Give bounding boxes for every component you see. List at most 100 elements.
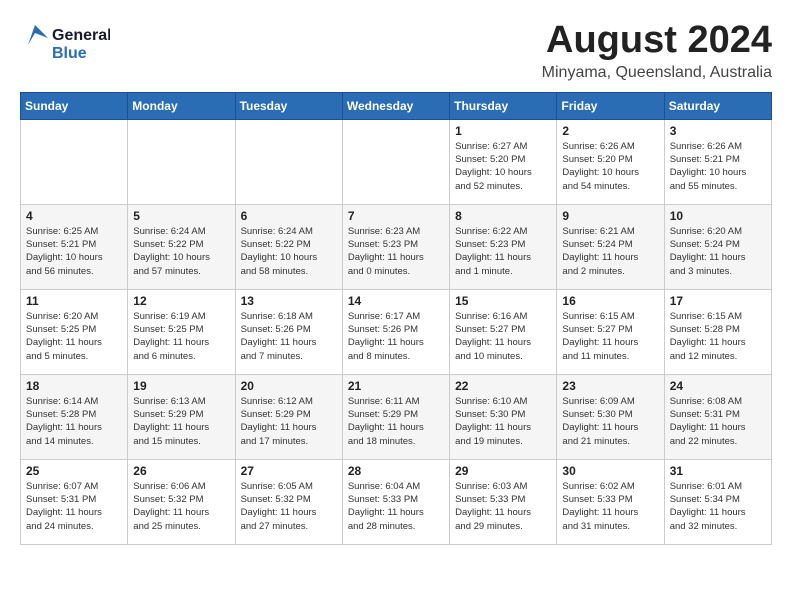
calendar-week-5: 25Sunrise: 6:07 AM Sunset: 5:31 PM Dayli… xyxy=(21,459,772,544)
day-number: 15 xyxy=(455,294,551,308)
calendar-cell: 18Sunrise: 6:14 AM Sunset: 5:28 PM Dayli… xyxy=(21,374,128,459)
day-number: 13 xyxy=(241,294,337,308)
calendar-cell: 21 Sunrise: 6:11 AM Sunset: 5:29 PM Dayli… xyxy=(342,374,449,459)
location-subtitle: Minyama, Queensland, Australia xyxy=(542,64,772,82)
calendar-cell: 26 Sunrise: 6:06 AM Sunset: 5:32 PM Dayli… xyxy=(128,459,235,544)
day-info: Sunrise: 6:25 AM Sunset: 5:21 PM Dayligh… xyxy=(26,225,122,278)
day-number: 3 xyxy=(670,124,766,138)
day-number: 14 xyxy=(348,294,444,308)
calendar-cell: 4 Sunrise: 6:25 AM Sunset: 5:21 PM Daylig… xyxy=(21,204,128,289)
page-header: GeneralBlue August 2024 Minyama, Queensl… xyxy=(20,20,772,82)
calendar-cell: 29Sunrise: 6:03 AM Sunset: 5:33 PM Dayli… xyxy=(450,459,557,544)
calendar-cell: 19Sunrise: 6:13 AM Sunset: 5:29 PM Dayli… xyxy=(128,374,235,459)
day-number: 4 xyxy=(26,209,122,223)
calendar-cell: 27 Sunrise: 6:05 AM Sunset: 5:32 PM Dayli… xyxy=(235,459,342,544)
day-number: 26 xyxy=(133,464,229,478)
calendar-cell: 13Sunrise: 6:18 AM Sunset: 5:26 PM Dayli… xyxy=(235,289,342,374)
calendar-week-2: 4 Sunrise: 6:25 AM Sunset: 5:21 PM Daylig… xyxy=(21,204,772,289)
calendar-cell: 14 Sunrise: 6:17 AM Sunset: 5:26 PM Dayli… xyxy=(342,289,449,374)
calendar-cell: 12 Sunrise: 6:19 AM Sunset: 5:25 PM Dayli… xyxy=(128,289,235,374)
header-thursday: Thursday xyxy=(450,92,557,119)
day-info: Sunrise: 6:07 AM Sunset: 5:31 PM Dayligh… xyxy=(26,480,122,533)
day-number: 22 xyxy=(455,379,551,393)
day-number: 5 xyxy=(133,209,229,223)
logo: GeneralBlue xyxy=(20,20,110,65)
day-number: 19 xyxy=(133,379,229,393)
calendar-cell xyxy=(342,119,449,204)
day-number: 9 xyxy=(562,209,658,223)
calendar-cell: 10 Sunrise: 6:20 AM Sunset: 5:24 PM Dayli… xyxy=(664,204,771,289)
day-number: 27 xyxy=(241,464,337,478)
calendar-cell: 5 Sunrise: 6:24 AM Sunset: 5:22 PM Daylig… xyxy=(128,204,235,289)
header-saturday: Saturday xyxy=(664,92,771,119)
day-info: Sunrise: 6:20 AM Sunset: 5:25 PM Dayligh… xyxy=(26,310,122,363)
day-info: Sunrise: 6:24 AM Sunset: 5:22 PM Dayligh… xyxy=(133,225,229,278)
calendar-cell: 23 Sunrise: 6:09 AM Sunset: 5:30 PM Dayli… xyxy=(557,374,664,459)
calendar-cell: 25Sunrise: 6:07 AM Sunset: 5:31 PM Dayli… xyxy=(21,459,128,544)
header-wednesday: Wednesday xyxy=(342,92,449,119)
day-number: 11 xyxy=(26,294,122,308)
day-info: Sunrise: 6:15 AM Sunset: 5:27 PM Dayligh… xyxy=(562,310,658,363)
day-number: 12 xyxy=(133,294,229,308)
header-friday: Friday xyxy=(557,92,664,119)
calendar-cell: 11 Sunrise: 6:20 AM Sunset: 5:25 PM Dayli… xyxy=(21,289,128,374)
day-info: Sunrise: 6:08 AM Sunset: 5:31 PM Dayligh… xyxy=(670,395,766,448)
day-number: 7 xyxy=(348,209,444,223)
day-number: 21 xyxy=(348,379,444,393)
day-info: Sunrise: 6:11 AM Sunset: 5:29 PM Dayligh… xyxy=(348,395,444,448)
calendar-cell: 6 Sunrise: 6:24 AM Sunset: 5:22 PM Daylig… xyxy=(235,204,342,289)
calendar-cell xyxy=(235,119,342,204)
calendar-header-row: Sunday Monday Tuesday Wednesday Thursday… xyxy=(21,92,772,119)
day-info: Sunrise: 6:04 AM Sunset: 5:33 PM Dayligh… xyxy=(348,480,444,533)
calendar-cell: 1Sunrise: 6:27 AM Sunset: 5:20 PM Daylig… xyxy=(450,119,557,204)
day-number: 28 xyxy=(348,464,444,478)
calendar-cell: 7 Sunrise: 6:23 AM Sunset: 5:23 PM Daylig… xyxy=(342,204,449,289)
day-info: Sunrise: 6:17 AM Sunset: 5:26 PM Dayligh… xyxy=(348,310,444,363)
month-year-title: August 2024 xyxy=(542,20,772,62)
calendar-cell: 28 Sunrise: 6:04 AM Sunset: 5:33 PM Dayli… xyxy=(342,459,449,544)
day-number: 30 xyxy=(562,464,658,478)
day-number: 6 xyxy=(241,209,337,223)
logo-svg: GeneralBlue xyxy=(20,20,110,65)
day-info: Sunrise: 6:21 AM Sunset: 5:24 PM Dayligh… xyxy=(562,225,658,278)
day-info: Sunrise: 6:19 AM Sunset: 5:25 PM Dayligh… xyxy=(133,310,229,363)
calendar-cell: 3Sunrise: 6:26 AM Sunset: 5:21 PM Daylig… xyxy=(664,119,771,204)
day-info: Sunrise: 6:22 AM Sunset: 5:23 PM Dayligh… xyxy=(455,225,551,278)
day-number: 10 xyxy=(670,209,766,223)
calendar-week-4: 18Sunrise: 6:14 AM Sunset: 5:28 PM Dayli… xyxy=(21,374,772,459)
day-info: Sunrise: 6:15 AM Sunset: 5:28 PM Dayligh… xyxy=(670,310,766,363)
day-info: Sunrise: 6:16 AM Sunset: 5:27 PM Dayligh… xyxy=(455,310,551,363)
day-number: 16 xyxy=(562,294,658,308)
day-number: 31 xyxy=(670,464,766,478)
svg-text:Blue: Blue xyxy=(52,45,87,62)
day-number: 18 xyxy=(26,379,122,393)
day-info: Sunrise: 6:20 AM Sunset: 5:24 PM Dayligh… xyxy=(670,225,766,278)
calendar-cell: 24Sunrise: 6:08 AM Sunset: 5:31 PM Dayli… xyxy=(664,374,771,459)
day-info: Sunrise: 6:24 AM Sunset: 5:22 PM Dayligh… xyxy=(241,225,337,278)
svg-text:General: General xyxy=(52,27,110,44)
calendar-cell: 8Sunrise: 6:22 AM Sunset: 5:23 PM Daylig… xyxy=(450,204,557,289)
day-info: Sunrise: 6:23 AM Sunset: 5:23 PM Dayligh… xyxy=(348,225,444,278)
header-sunday: Sunday xyxy=(21,92,128,119)
day-info: Sunrise: 6:10 AM Sunset: 5:30 PM Dayligh… xyxy=(455,395,551,448)
day-info: Sunrise: 6:26 AM Sunset: 5:20 PM Dayligh… xyxy=(562,140,658,193)
day-number: 23 xyxy=(562,379,658,393)
calendar-cell: 17 Sunrise: 6:15 AM Sunset: 5:28 PM Dayli… xyxy=(664,289,771,374)
calendar-cell: 30Sunrise: 6:02 AM Sunset: 5:33 PM Dayli… xyxy=(557,459,664,544)
day-info: Sunrise: 6:27 AM Sunset: 5:20 PM Dayligh… xyxy=(455,140,551,193)
day-info: Sunrise: 6:05 AM Sunset: 5:32 PM Dayligh… xyxy=(241,480,337,533)
calendar-cell xyxy=(21,119,128,204)
calendar-table: Sunday Monday Tuesday Wednesday Thursday… xyxy=(20,92,772,545)
title-section: August 2024 Minyama, Queensland, Austral… xyxy=(542,20,772,82)
calendar-cell: 9 Sunrise: 6:21 AM Sunset: 5:24 PM Daylig… xyxy=(557,204,664,289)
header-monday: Monday xyxy=(128,92,235,119)
calendar-week-3: 11 Sunrise: 6:20 AM Sunset: 5:25 PM Dayli… xyxy=(21,289,772,374)
day-info: Sunrise: 6:09 AM Sunset: 5:30 PM Dayligh… xyxy=(562,395,658,448)
day-info: Sunrise: 6:03 AM Sunset: 5:33 PM Dayligh… xyxy=(455,480,551,533)
header-tuesday: Tuesday xyxy=(235,92,342,119)
day-number: 20 xyxy=(241,379,337,393)
day-info: Sunrise: 6:06 AM Sunset: 5:32 PM Dayligh… xyxy=(133,480,229,533)
calendar-cell: 31Sunrise: 6:01 AM Sunset: 5:34 PM Dayli… xyxy=(664,459,771,544)
calendar-cell: 16 Sunrise: 6:15 AM Sunset: 5:27 PM Dayli… xyxy=(557,289,664,374)
day-number: 17 xyxy=(670,294,766,308)
